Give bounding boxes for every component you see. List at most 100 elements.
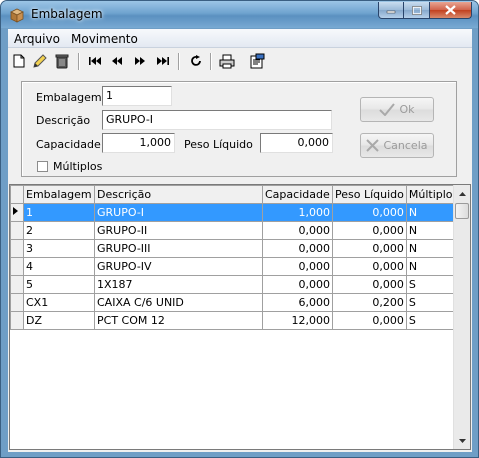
table-row[interactable]: 2 GRUPO-II 0,000 0,000 N xyxy=(10,221,462,240)
edit-button[interactable] xyxy=(31,52,49,70)
table-row[interactable]: 4 GRUPO-IV 0,000 0,000 N xyxy=(10,257,462,276)
cancel-button[interactable]: Cancela xyxy=(360,133,434,158)
close-button[interactable] xyxy=(430,2,472,19)
cell-descricao[interactable]: GRUPO-II xyxy=(94,221,263,240)
grid-corner-header xyxy=(10,185,24,204)
next-record-icon xyxy=(135,57,145,65)
column-header-peso-liquido[interactable]: Peso Líquido xyxy=(332,185,407,204)
table-row[interactable]: DZ PCT COM 12 12,000 0,000 S xyxy=(10,311,462,330)
ok-button[interactable]: Ok xyxy=(360,97,434,122)
cell-capacidade[interactable]: 0,000 xyxy=(262,221,333,240)
window-title: Embalagem xyxy=(31,7,103,21)
cell-embalagem[interactable]: 2 xyxy=(23,221,95,240)
column-header-embalagem[interactable]: Embalagem xyxy=(23,185,95,204)
title-bar[interactable]: Embalagem xyxy=(1,1,478,28)
cell-peso-liquido[interactable]: 0,200 xyxy=(332,293,407,312)
cell-embalagem[interactable]: 4 xyxy=(23,257,95,276)
cell-descricao[interactable]: CAIXA C/6 UNID xyxy=(94,293,263,312)
cell-descricao[interactable]: 1X187 xyxy=(94,275,263,294)
scroll-down-button[interactable] xyxy=(454,432,470,449)
toolbar-separator xyxy=(178,53,180,70)
edit-icon xyxy=(33,54,47,68)
print-icon xyxy=(219,54,235,68)
cell-capacidade[interactable]: 1,000 xyxy=(262,203,333,222)
previous-record-icon xyxy=(112,57,122,65)
menu-movimento[interactable]: Movimento xyxy=(71,32,138,46)
cancel-button-label: Cancela xyxy=(383,139,428,152)
refresh-icon xyxy=(191,55,201,66)
ok-button-label: Ok xyxy=(399,103,415,116)
cell-descricao[interactable]: GRUPO-I xyxy=(94,203,263,222)
embalagem-input[interactable]: 1 xyxy=(102,86,172,106)
descricao-label: Descrição xyxy=(36,114,91,127)
cell-peso-liquido[interactable]: 0,000 xyxy=(332,275,407,294)
cell-embalagem[interactable]: 1 xyxy=(23,203,95,222)
capacidade-input[interactable]: 1,000 xyxy=(102,133,175,153)
print-button[interactable] xyxy=(218,52,236,70)
maximize-icon xyxy=(411,5,422,15)
scroll-thumb[interactable] xyxy=(455,203,469,219)
previous-record-button[interactable] xyxy=(108,52,126,70)
cell-descricao[interactable]: GRUPO-IV xyxy=(94,257,263,276)
new-button[interactable] xyxy=(10,52,28,70)
row-indicator[interactable] xyxy=(10,239,24,258)
column-header-capacidade[interactable]: Capacidade xyxy=(262,185,333,204)
table-row[interactable]: 5 1X187 0,000 0,000 S xyxy=(10,275,462,294)
table-row[interactable]: 3 GRUPO-III 0,000 0,000 N xyxy=(10,239,462,258)
table-row[interactable]: 1 GRUPO-I 1,000 0,000 N xyxy=(10,203,462,222)
cell-peso-liquido[interactable]: 0,000 xyxy=(332,203,407,222)
close-icon xyxy=(445,5,456,15)
first-record-button[interactable] xyxy=(86,52,104,70)
cell-descricao[interactable]: GRUPO-III xyxy=(94,239,263,258)
cell-capacidade[interactable]: 12,000 xyxy=(262,311,333,330)
next-record-button[interactable] xyxy=(131,52,149,70)
cell-capacidade[interactable]: 6,000 xyxy=(262,293,333,312)
row-indicator[interactable] xyxy=(10,257,24,276)
records-grid: Embalagem Descrição Capacidade Peso Líqu… xyxy=(9,184,471,450)
cell-capacidade[interactable]: 0,000 xyxy=(262,275,333,294)
client-area: Arquivo Movimento Embalagem 1 Descrição … xyxy=(8,29,472,452)
checkmark-icon xyxy=(379,103,396,116)
last-record-button[interactable] xyxy=(154,52,172,70)
table-row[interactable]: CX1 CAIXA C/6 UNID 6,000 0,200 S xyxy=(10,293,462,312)
row-indicator[interactable] xyxy=(10,221,24,240)
column-header-descricao[interactable]: Descrição xyxy=(94,185,263,204)
cell-embalagem[interactable]: CX1 xyxy=(23,293,95,312)
cell-descricao[interactable]: PCT COM 12 xyxy=(94,311,263,330)
row-indicator[interactable] xyxy=(10,311,24,330)
peso-liquido-input[interactable]: 0,000 xyxy=(260,133,333,153)
cell-peso-liquido[interactable]: 0,000 xyxy=(332,311,407,330)
capacidade-label: Capacidade xyxy=(36,138,101,151)
cancel-x-icon xyxy=(366,139,380,152)
embalagem-label: Embalagem xyxy=(36,91,102,104)
minimize-button[interactable] xyxy=(378,2,404,19)
cell-peso-liquido[interactable]: 0,000 xyxy=(332,221,407,240)
properties-icon xyxy=(250,53,265,69)
menu-arquivo[interactable]: Arquivo xyxy=(14,32,60,46)
scroll-up-button[interactable] xyxy=(454,185,470,202)
cell-capacidade[interactable]: 0,000 xyxy=(262,239,333,258)
refresh-button[interactable] xyxy=(187,52,205,70)
new-icon xyxy=(13,54,25,68)
current-row-arrow-icon xyxy=(13,207,18,215)
vertical-scrollbar[interactable] xyxy=(453,185,470,449)
toolbar xyxy=(8,49,472,75)
scroll-down-arrow-icon xyxy=(458,438,466,443)
delete-icon xyxy=(55,54,69,69)
toolbar-separator xyxy=(78,53,80,70)
cell-embalagem[interactable]: DZ xyxy=(23,311,95,330)
multiplos-checkbox[interactable] xyxy=(37,161,48,172)
properties-button[interactable] xyxy=(248,52,266,70)
row-indicator[interactable] xyxy=(10,293,24,312)
row-indicator[interactable] xyxy=(10,203,24,222)
cell-embalagem[interactable]: 3 xyxy=(23,239,95,258)
cell-peso-liquido[interactable]: 0,000 xyxy=(332,257,407,276)
cell-capacidade[interactable]: 0,000 xyxy=(262,257,333,276)
descricao-input[interactable]: GRUPO-I xyxy=(102,110,332,130)
cell-peso-liquido[interactable]: 0,000 xyxy=(332,239,407,258)
row-indicator[interactable] xyxy=(10,275,24,294)
maximize-button[interactable] xyxy=(404,2,430,19)
cell-embalagem[interactable]: 5 xyxy=(23,275,95,294)
delete-button[interactable] xyxy=(53,52,71,70)
app-box-icon xyxy=(10,8,24,23)
